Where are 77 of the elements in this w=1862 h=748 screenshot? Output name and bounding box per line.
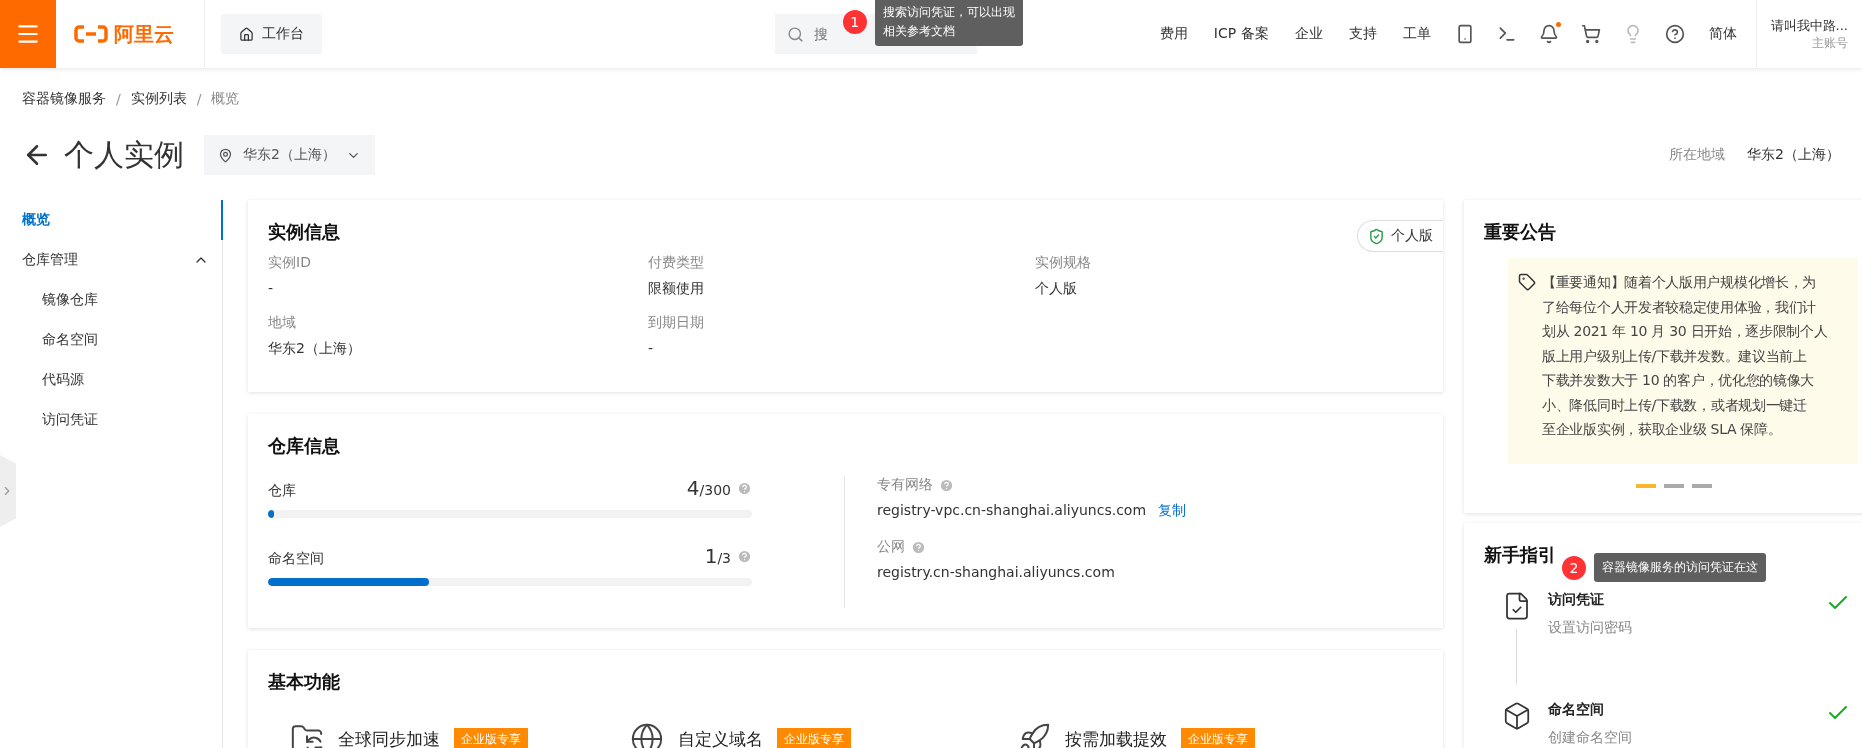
- breadcrumb-separator: /: [116, 91, 121, 107]
- field-label: 专有网络: [877, 476, 933, 494]
- nav-link[interactable]: 支持: [1348, 25, 1377, 43]
- globe-icon: [630, 722, 664, 748]
- cube-icon: [1502, 701, 1532, 731]
- badge-label: 个人版: [1391, 227, 1433, 245]
- step-subtitle: 设置访问密码: [1548, 619, 1633, 637]
- breadcrumb-link[interactable]: 概览: [211, 90, 240, 108]
- field-value: -: [268, 280, 275, 296]
- tooltip: 容器镜像服务的访问凭证在这: [1594, 553, 1766, 582]
- page-title: 个人实例: [64, 135, 184, 174]
- feature-label: 全球同步加速: [338, 727, 440, 748]
- nav-link[interactable]: 费用: [1159, 25, 1188, 43]
- breadcrumb-link[interactable]: 实例列表: [130, 90, 187, 108]
- step-subtitle: 创建命名空间: [1548, 729, 1633, 747]
- quota-label: 命名空间: [268, 550, 324, 568]
- region-value: 华东2（上海）: [1747, 146, 1840, 164]
- logo-icon: [74, 24, 108, 44]
- breadcrumb-link[interactable]: 容器镜像服务: [22, 90, 106, 108]
- home-icon: [239, 26, 254, 42]
- nav-link[interactable]: 工单: [1402, 25, 1431, 43]
- workbench-button[interactable]: 工作台: [221, 14, 322, 54]
- nav-link[interactable]: ICP 备案: [1213, 25, 1269, 43]
- sidebar-item[interactable]: 镜像仓库: [0, 280, 223, 320]
- field-label: 地域: [268, 314, 297, 332]
- tag-icon: [1518, 273, 1536, 291]
- region-select[interactable]: 华东2（上海）: [204, 135, 375, 175]
- folder-sync-icon: [290, 722, 324, 748]
- field-label: 付费类型: [648, 254, 705, 272]
- cart-icon[interactable]: [1580, 24, 1601, 44]
- callout-number: 2: [1562, 555, 1586, 580]
- feature-label: 按需加载提效: [1065, 727, 1167, 748]
- field-value: 个人版: [1035, 280, 1078, 298]
- field-label: 实例ID: [268, 254, 312, 272]
- step-title: 访问凭证: [1548, 591, 1605, 609]
- tooltip: 搜索访问凭证，可以出现 相关参考文档: [874, 0, 1023, 46]
- quota-count: 1/3: [704, 544, 731, 568]
- feature-label: 自定义域名: [678, 727, 763, 748]
- sidebar-item[interactable]: 仓库管理: [0, 240, 223, 280]
- sidebar-item[interactable]: 概览: [0, 200, 223, 240]
- callout-number: 1: [842, 10, 867, 34]
- notice-text: 【重要通知】随着个人版用户规模化增长，为 了给每位个人开发者较稳定使用体验，我们计 划从 2021 年 10 月 30 日开始，逐步限制个人 版上用户级别上传/下载并发数。建议当前上 下载并发数大于 10 的客户，优化您的镜像大 小、降低同时上传/下载数，或者规划一键迁 至企业版实例，获取企业级 SLA 保障。: [1542, 273, 1828, 439]
- sidebar-item[interactable]: 代码源: [0, 360, 223, 400]
- field-label: 到期日期: [648, 314, 705, 332]
- sidebar-item[interactable]: 命名空间: [0, 320, 223, 360]
- card-title: 基本功能: [268, 670, 340, 694]
- sidebar-item[interactable]: 访问凭证: [0, 400, 223, 440]
- field-value: 华东2（上海）: [268, 340, 362, 358]
- field-value: 限额使用: [648, 280, 705, 298]
- step-title: 命名空间: [1548, 701, 1605, 719]
- copy-link[interactable]: 复制: [1158, 502, 1187, 520]
- search-icon: [786, 25, 804, 43]
- endpoint-url: registry.cn-shanghai.aliyuncs.com: [877, 564, 1115, 580]
- field-label: 公网: [877, 538, 905, 556]
- language-link[interactable]: 简体: [1708, 25, 1737, 43]
- pin-icon: [218, 147, 233, 163]
- card-title: 实例信息: [268, 220, 340, 244]
- account-menu[interactable]: 请叫我中路... 主账号: [1755, 0, 1862, 68]
- field-value: -: [648, 340, 655, 356]
- card-title: 仓库信息: [268, 434, 340, 458]
- enterprise-tag: 企业版专享: [1181, 727, 1255, 748]
- endpoint-url: registry-vpc.cn-shanghai.aliyuncs.com: [877, 502, 1147, 520]
- nav-link[interactable]: 企业: [1294, 25, 1323, 43]
- card-title: 新手指引: [1484, 543, 1556, 567]
- logo-text: 阿里云: [114, 20, 174, 48]
- enterprise-tag: 企业版专享: [777, 727, 851, 748]
- shield-check-icon: [1368, 227, 1385, 245]
- breadcrumb-separator: /: [196, 91, 202, 107]
- quota-label: 仓库: [268, 482, 296, 500]
- quota-count: 4/300: [686, 476, 731, 500]
- field-label: 实例规格: [1035, 254, 1092, 272]
- region-label: 所在地域: [1669, 146, 1726, 164]
- help-icon[interactable]: [1664, 24, 1685, 44]
- menu-button[interactable]: [0, 0, 56, 68]
- enterprise-tag: 企业版专享: [454, 727, 528, 748]
- card-title: 重要公告: [1484, 220, 1556, 244]
- bell-icon[interactable]: [1538, 24, 1559, 44]
